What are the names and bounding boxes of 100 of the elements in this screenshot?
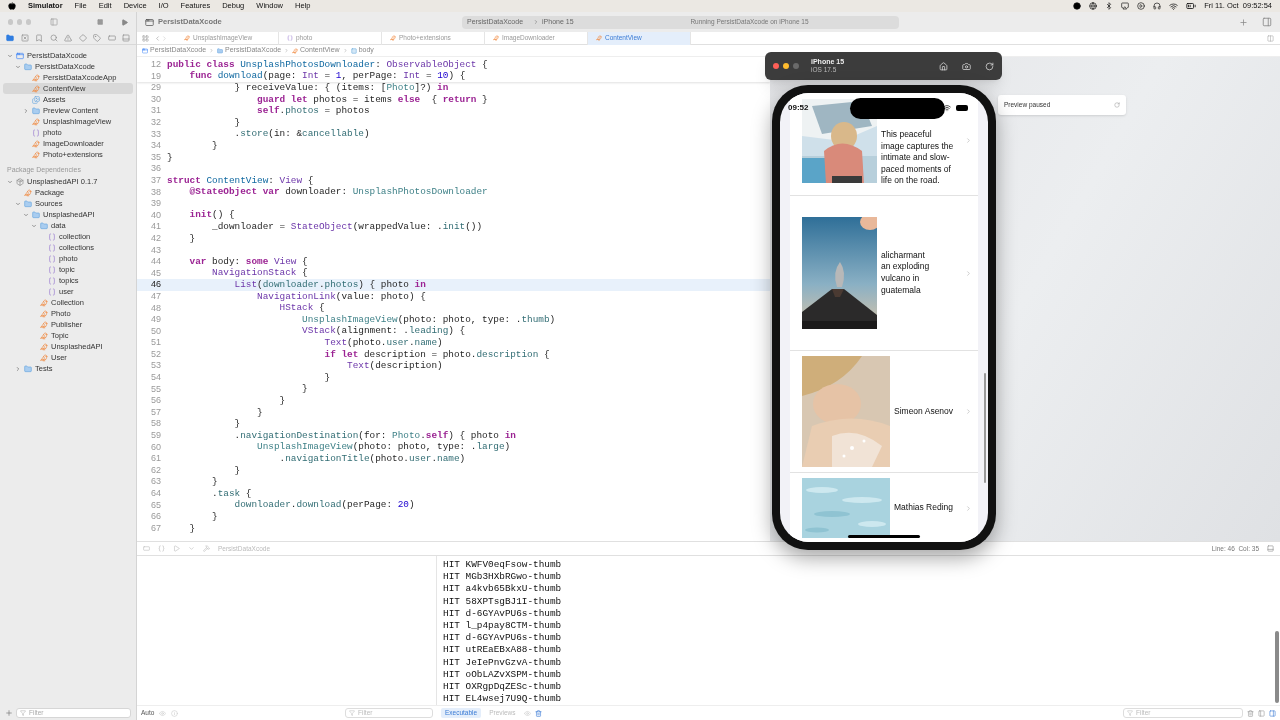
tag-icon[interactable] bbox=[93, 34, 101, 42]
run-icon[interactable] bbox=[120, 17, 128, 27]
screenshot-icon[interactable] bbox=[962, 61, 971, 71]
diamond-icon[interactable] bbox=[78, 34, 87, 42]
code-line: } bbox=[301, 382, 308, 397]
panel-right-icon[interactable] bbox=[1269, 709, 1276, 717]
bookmark-icon[interactable] bbox=[35, 34, 43, 42]
list-row[interactable]: Simeon Asenov bbox=[790, 351, 978, 473]
airplay-icon[interactable] bbox=[1121, 2, 1130, 10]
add-icon[interactable] bbox=[1239, 17, 1248, 27]
line-number: 51 bbox=[150, 336, 162, 350]
folder-icon bbox=[32, 106, 40, 115]
chevron-icon[interactable] bbox=[31, 223, 37, 229]
code-line: } bbox=[233, 115, 241, 130]
chevron-icon[interactable] bbox=[23, 212, 29, 218]
search-icon[interactable] bbox=[49, 34, 58, 42]
line-number: 19 bbox=[150, 69, 162, 83]
chevron-icon bbox=[209, 48, 215, 53]
list-row[interactable]: Mathias Reding bbox=[790, 473, 978, 542]
code-line: } bbox=[188, 521, 196, 536]
info-icon[interactable] bbox=[171, 709, 179, 717]
continue-icon[interactable] bbox=[173, 545, 180, 552]
split-editor-icon[interactable] bbox=[1267, 34, 1274, 42]
app-icon bbox=[145, 17, 154, 27]
play-circle-icon[interactable] bbox=[1137, 2, 1146, 10]
zoom-window-button[interactable] bbox=[25, 19, 31, 25]
code-line: Text(description) bbox=[346, 359, 443, 374]
code-line: } bbox=[167, 150, 173, 165]
line-number: 40 bbox=[150, 208, 162, 222]
chevron-icon bbox=[965, 408, 972, 415]
inspector-toggle-icon[interactable] bbox=[1262, 17, 1272, 27]
braces-icon bbox=[48, 288, 56, 296]
home-icon[interactable] bbox=[939, 61, 948, 71]
minimize-window-button[interactable] bbox=[783, 63, 789, 69]
chevron-icon bbox=[342, 48, 348, 53]
grid-icon[interactable] bbox=[142, 34, 149, 42]
bird-icon bbox=[40, 332, 48, 340]
code-line: } bbox=[211, 138, 218, 153]
stop-icon[interactable] bbox=[96, 18, 104, 26]
folder-icon bbox=[40, 222, 48, 230]
rotate-icon[interactable] bbox=[985, 61, 994, 71]
line-number: 65 bbox=[150, 498, 162, 512]
warning-icon[interactable] bbox=[64, 34, 72, 42]
console-line: HIT d-6GYAvPU6s-thumb bbox=[443, 607, 563, 620]
code-line: } bbox=[256, 405, 263, 420]
folder-icon[interactable] bbox=[6, 34, 14, 42]
trash-icon[interactable] bbox=[1247, 709, 1254, 717]
chevron-icon[interactable] bbox=[7, 52, 13, 59]
list-row[interactable]: alicharmant an exploding vulcano in guatemala bbox=[790, 196, 978, 351]
apple-icon[interactable] bbox=[8, 2, 16, 10]
line-number: 12 bbox=[150, 58, 162, 72]
bird-icon bbox=[390, 35, 396, 41]
code-line: init() { bbox=[188, 208, 235, 222]
console-line: HIT d-6GYAvPU6s-thumb bbox=[443, 632, 563, 645]
back-icon[interactable] bbox=[154, 34, 161, 42]
add-icon[interactable] bbox=[5, 708, 13, 717]
battery-icon[interactable] bbox=[1186, 1, 1197, 11]
chevron-icon[interactable] bbox=[15, 201, 21, 207]
headphones-icon[interactable] bbox=[1153, 2, 1162, 10]
panel-left-icon[interactable] bbox=[1258, 709, 1265, 717]
trash-icon[interactable] bbox=[534, 709, 542, 717]
panel-icon[interactable] bbox=[1267, 545, 1274, 552]
console-line: HIT JeIePnvGzvA-thumb bbox=[443, 656, 563, 669]
sidebar-toggle-icon[interactable] bbox=[49, 17, 58, 27]
code-line: UnsplashImageView(photo: photo, type: .large) bbox=[256, 440, 511, 454]
console-line: HIT OXRgpDqZESc-thumb bbox=[443, 681, 563, 694]
close-window-button[interactable] bbox=[773, 63, 779, 69]
rectangle-icon[interactable] bbox=[107, 34, 116, 42]
line-number: 49 bbox=[150, 313, 162, 327]
console-line: HIT EL4wsej7U9Q-thumb bbox=[443, 693, 563, 705]
zoom-window-button[interactable] bbox=[793, 63, 799, 69]
bluetooth-icon[interactable] bbox=[1105, 2, 1114, 10]
record-icon[interactable] bbox=[1073, 2, 1082, 10]
line-number: 53 bbox=[150, 359, 162, 373]
hammer-icon[interactable] bbox=[203, 545, 210, 552]
eye-icon[interactable] bbox=[523, 709, 531, 717]
eye-icon[interactable] bbox=[159, 709, 167, 717]
line-number: 58 bbox=[150, 417, 162, 431]
chevron-icon bbox=[965, 136, 972, 144]
chevron-icon[interactable] bbox=[7, 179, 13, 185]
code-line: } bbox=[188, 231, 196, 246]
chevron-icon[interactable] bbox=[15, 366, 21, 372]
code-line: List(downloader.photos) { photo in bbox=[233, 278, 426, 292]
wifi-icon[interactable] bbox=[1169, 1, 1179, 11]
line-number: 38 bbox=[150, 185, 162, 199]
chevron-icon[interactable] bbox=[23, 107, 29, 114]
scrollbar[interactable] bbox=[1275, 631, 1279, 703]
user-name: Mathias Reding bbox=[894, 502, 955, 514]
code-line: } receiveValue: { (items: [Photo]?) in bbox=[233, 80, 449, 95]
square-x-icon[interactable] bbox=[20, 34, 29, 42]
line-number: 30 bbox=[150, 92, 162, 106]
braces-icon[interactable] bbox=[158, 545, 165, 552]
globe-icon[interactable] bbox=[1089, 2, 1098, 10]
chevron-icon bbox=[965, 269, 972, 277]
chevron-icon[interactable] bbox=[15, 63, 21, 70]
refresh-icon[interactable] bbox=[1114, 102, 1120, 108]
folder-icon bbox=[24, 200, 32, 208]
bird-icon bbox=[32, 73, 40, 82]
code-line: _downloader = StateObject(wrappedValue: .init()) bbox=[211, 220, 483, 235]
forward-icon[interactable] bbox=[161, 34, 168, 42]
